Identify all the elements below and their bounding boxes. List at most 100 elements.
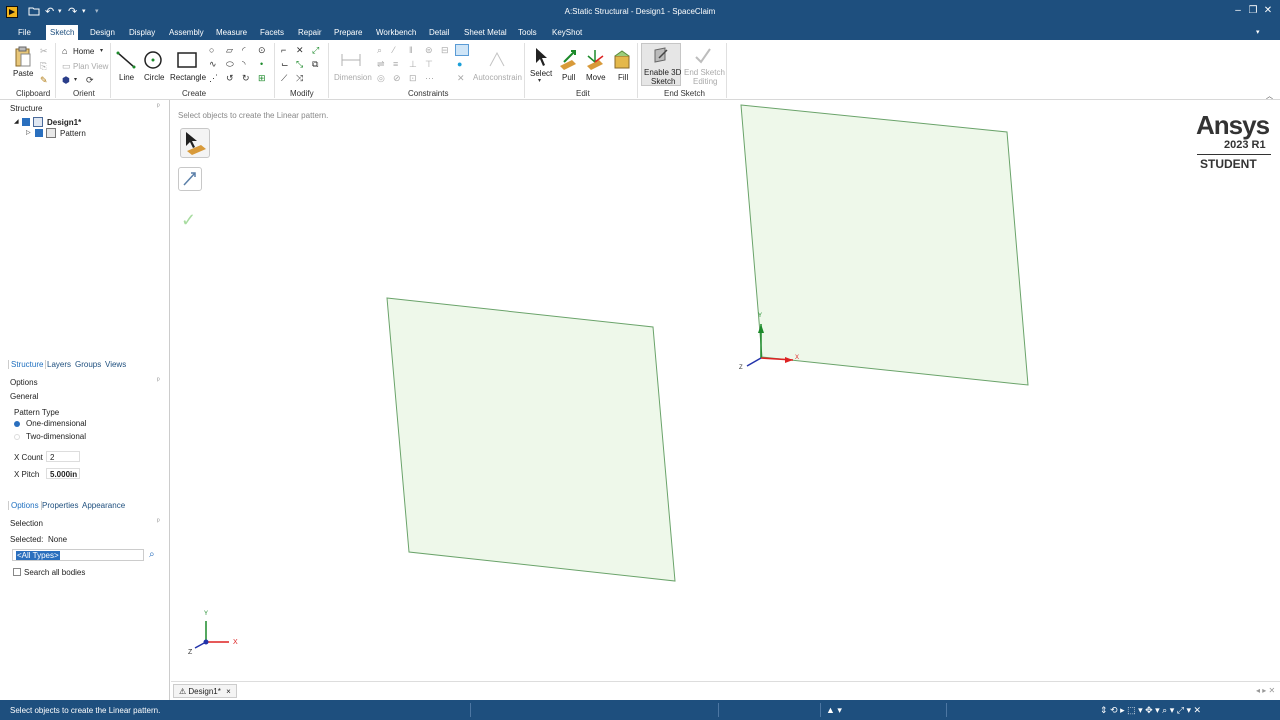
scale-icon[interactable]: ⤨ bbox=[296, 74, 303, 83]
document-tab[interactable]: ⚠ Design1* × bbox=[173, 684, 237, 698]
menu-file[interactable]: File bbox=[14, 27, 35, 39]
tree-expand-icon[interactable]: ◢ bbox=[14, 118, 19, 125]
arc-icon[interactable]: ◜ bbox=[242, 46, 246, 55]
menu-keyshot[interactable]: KeyShot bbox=[548, 27, 586, 39]
oval-icon[interactable]: ⬭ bbox=[226, 60, 234, 69]
one-dimensional-radio[interactable] bbox=[14, 421, 20, 427]
circle-icon[interactable] bbox=[143, 50, 163, 72]
move-button[interactable]: Move bbox=[586, 73, 606, 82]
end-sketch-editing-button-line2[interactable]: Editing bbox=[693, 77, 717, 86]
spline-icon[interactable]: ∿ bbox=[209, 60, 217, 69]
constraint-icon[interactable]: ‖ bbox=[409, 46, 413, 55]
menu-assembly[interactable]: Assembly bbox=[165, 27, 208, 39]
home-dropdown-icon[interactable]: ▾ bbox=[100, 47, 103, 56]
tab-scroll-icon[interactable]: ◂ ▸ ✕ bbox=[1256, 686, 1275, 695]
two-dimensional-radio[interactable] bbox=[14, 434, 20, 440]
pattern-visible-checkbox[interactable] bbox=[35, 129, 43, 137]
constraint-icon[interactable]: ⇌ bbox=[377, 60, 385, 69]
tab-properties[interactable]: Properties bbox=[42, 501, 78, 510]
enable-3d-sketch-icon[interactable] bbox=[651, 46, 671, 68]
format-painter-icon[interactable]: ✎ bbox=[40, 76, 48, 85]
pin-icon[interactable]: ᵖ bbox=[157, 518, 160, 525]
tab-views[interactable]: Views bbox=[105, 360, 126, 369]
close-window-icon[interactable]: ✕ bbox=[1261, 5, 1275, 16]
one-dimensional-label[interactable]: One-dimensional bbox=[26, 419, 86, 428]
constraint-icon[interactable]: ⊜ bbox=[425, 46, 433, 55]
surface-sheet-2[interactable] bbox=[740, 104, 1029, 386]
polygon-icon[interactable]: ▱ bbox=[226, 46, 233, 55]
end-sketch-editing-icon[interactable] bbox=[693, 46, 713, 68]
show-constraints-icon[interactable] bbox=[455, 44, 469, 56]
pull-icon[interactable] bbox=[558, 48, 578, 72]
constraint-icon[interactable]: ⊥ bbox=[409, 60, 417, 69]
pin-icon[interactable]: ᵖ bbox=[157, 103, 160, 110]
project-icon[interactable]: ⊞ bbox=[258, 74, 266, 83]
select-dropdown-icon[interactable]: ▾ bbox=[538, 77, 541, 86]
graphics-viewport[interactable]: Select objects to create the Linear patt… bbox=[171, 101, 1280, 681]
constraint-icon[interactable]: ⊡ bbox=[409, 74, 417, 83]
minimize-icon[interactable]: – bbox=[1231, 5, 1245, 16]
pull-button[interactable]: Pull bbox=[562, 73, 575, 82]
end-sketch-editing-button[interactable]: End Sketch bbox=[684, 68, 725, 77]
search-all-bodies-checkbox[interactable] bbox=[13, 568, 21, 576]
trim-icon[interactable]: ✕ bbox=[296, 46, 304, 55]
constraint-icon[interactable]: ⁄ bbox=[393, 46, 395, 55]
constraint-icon[interactable]: ⊤ bbox=[425, 60, 433, 69]
fill-button[interactable]: Fill bbox=[618, 73, 628, 82]
tab-layers[interactable]: Layers bbox=[47, 360, 71, 369]
tangent-arc-icon[interactable]: ⊙ bbox=[258, 46, 266, 55]
close-tab-icon[interactable]: × bbox=[226, 687, 231, 696]
help-dropdown-icon[interactable]: ▾ bbox=[1252, 27, 1264, 39]
snap-view-icon[interactable]: ⟳ bbox=[86, 76, 94, 85]
tab-structure[interactable]: Structure bbox=[8, 360, 47, 369]
delete-constraint-icon[interactable]: ✕ bbox=[457, 74, 465, 83]
dimension-button[interactable]: Dimension bbox=[334, 73, 372, 82]
enable-3d-sketch-button[interactable]: Enable 3D bbox=[644, 68, 681, 77]
warning-indicator-icon[interactable]: ▲ ▾ bbox=[826, 705, 842, 716]
view-cube-icon[interactable]: ⬢ bbox=[62, 76, 70, 85]
plan-view-icon[interactable]: ▭ bbox=[62, 62, 71, 71]
constraint-icon[interactable]: ◎ bbox=[377, 74, 385, 83]
tree-root-design[interactable]: Design1* bbox=[47, 118, 81, 127]
menu-tools[interactable]: Tools bbox=[514, 27, 541, 39]
home-icon[interactable]: ⌂ bbox=[62, 47, 67, 56]
select-button[interactable]: Select bbox=[530, 69, 552, 78]
move-icon[interactable] bbox=[585, 48, 605, 72]
menu-sheet-metal[interactable]: Sheet Metal bbox=[460, 27, 511, 39]
rectangle-icon[interactable] bbox=[176, 50, 198, 72]
tab-options[interactable]: Options bbox=[8, 501, 42, 510]
pin-icon[interactable]: ᵖ bbox=[157, 377, 160, 384]
constraint-icon[interactable]: ≡ bbox=[393, 60, 398, 69]
ellipse-icon[interactable]: ○ bbox=[209, 46, 214, 55]
select-icon[interactable] bbox=[533, 46, 549, 70]
view-dropdown-icon[interactable]: ▾ bbox=[74, 76, 77, 85]
enable-3d-sketch-button-line2[interactable]: Sketch bbox=[651, 77, 675, 86]
split-curve-icon[interactable]: ⤡ bbox=[296, 60, 303, 69]
dimension-icon[interactable] bbox=[340, 50, 362, 72]
autoconstrain-button[interactable]: Autoconstrain bbox=[473, 73, 522, 82]
offset-curve-icon[interactable]: ↻ bbox=[242, 74, 250, 83]
menu-facets[interactable]: Facets bbox=[256, 27, 288, 39]
restore-icon[interactable]: ❐ bbox=[1246, 5, 1260, 16]
constraint-icon[interactable]: ⋯ bbox=[425, 74, 434, 83]
surface-sheet-1[interactable] bbox=[386, 297, 676, 582]
tab-appearance[interactable]: Appearance bbox=[82, 501, 125, 510]
bend-icon[interactable]: ⟋ bbox=[281, 74, 287, 83]
design-visible-checkbox[interactable] bbox=[22, 118, 30, 126]
search-icon[interactable]: ⌕ bbox=[149, 549, 155, 560]
paste-button[interactable]: Paste bbox=[13, 69, 33, 78]
two-dimensional-label[interactable]: Two-dimensional bbox=[26, 432, 86, 441]
collapse-ribbon-icon[interactable]: ︿ bbox=[1266, 92, 1273, 101]
menu-sketch[interactable]: Sketch bbox=[46, 25, 79, 40]
point-icon[interactable]: • bbox=[260, 60, 263, 69]
selection-filter-dropdown[interactable]: <All Types> bbox=[12, 549, 144, 561]
paste-icon[interactable] bbox=[14, 46, 32, 70]
menu-design[interactable]: Design bbox=[86, 27, 119, 39]
fillet-icon[interactable]: ⌐ bbox=[281, 46, 286, 55]
plan-view-button[interactable]: Plan View bbox=[73, 62, 108, 71]
menu-display[interactable]: Display bbox=[125, 27, 159, 39]
tab-groups[interactable]: Groups bbox=[75, 360, 101, 369]
offset-icon[interactable]: ⤢ bbox=[312, 46, 319, 55]
menu-measure[interactable]: Measure bbox=[212, 27, 251, 39]
x-count-input[interactable]: 2 bbox=[46, 451, 80, 462]
